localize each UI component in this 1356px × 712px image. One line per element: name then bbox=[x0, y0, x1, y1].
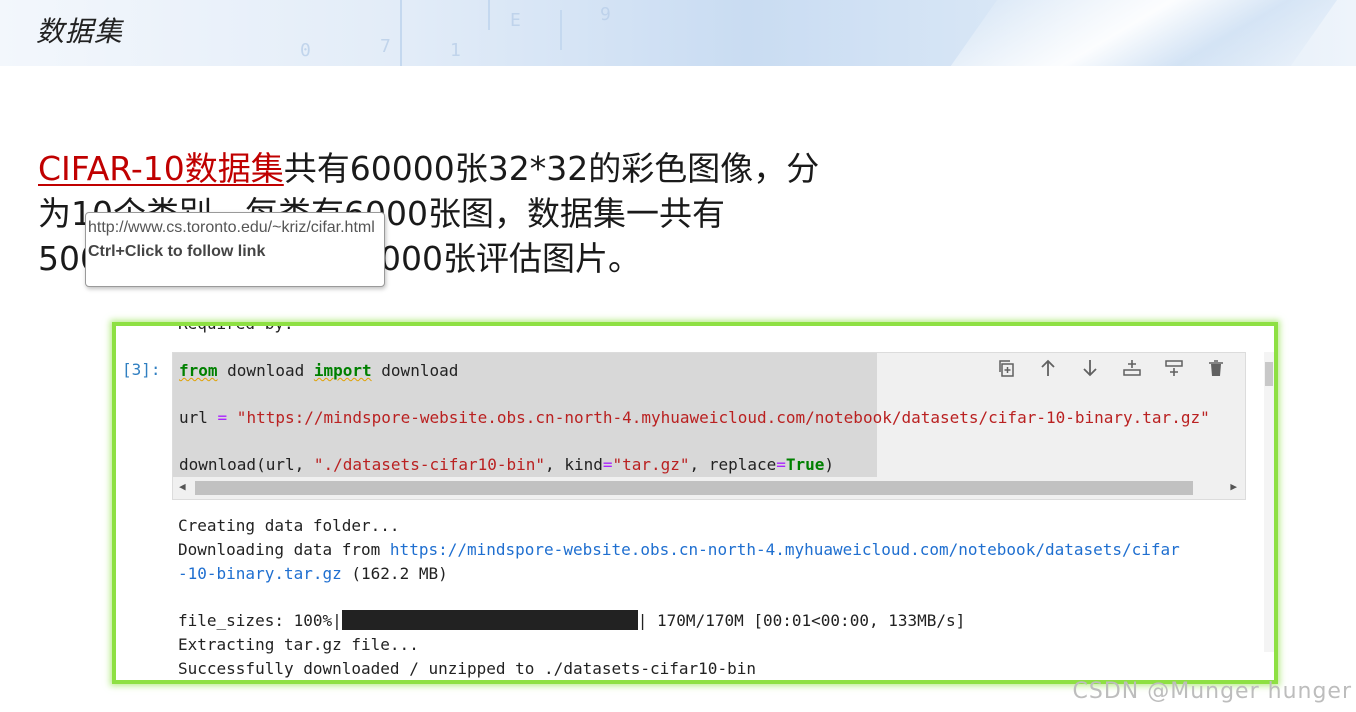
link-tooltip: http://www.cs.toronto.edu/~kriz/cifar.ht… bbox=[85, 212, 385, 287]
output-line: Downloading data from https://mindspore-… bbox=[178, 540, 1180, 559]
output-line: Successfully downloaded / unzipped to ./… bbox=[178, 659, 756, 678]
cell-prompt: [3]: bbox=[122, 360, 161, 379]
delete-icon[interactable] bbox=[1205, 357, 1227, 379]
download-url-link-cont[interactable]: -10-binary.tar.gz bbox=[178, 564, 342, 583]
scrollbar-thumb[interactable] bbox=[195, 481, 1193, 495]
download-url-link[interactable]: https://mindspore-website.obs.cn-north-4… bbox=[390, 540, 1180, 559]
output-line: -10-binary.tar.gz (162.2 MB) bbox=[178, 564, 448, 583]
output-line: Creating data folder... bbox=[178, 516, 400, 535]
watermark: CSDN @Munger hunger bbox=[1072, 679, 1352, 704]
desc-line1: 共有60000张32*32的彩色图像，分 bbox=[283, 149, 820, 188]
insert-below-icon[interactable] bbox=[1163, 357, 1185, 379]
clipped-output-line: Required by: bbox=[178, 322, 294, 333]
output-blank bbox=[178, 586, 1258, 610]
output-line: Extracting tar.gz file... bbox=[178, 635, 419, 654]
tooltip-url: http://www.cs.toronto.edu/~kriz/cifar.ht… bbox=[88, 219, 375, 236]
insert-above-icon[interactable] bbox=[1121, 357, 1143, 379]
notebook-cell-panel: Required by: [3]: from download import d… bbox=[112, 322, 1278, 684]
cell-output: Creating data folder... Downloading data… bbox=[178, 514, 1258, 680]
cifar-link[interactable]: CIFAR-10数据集 bbox=[38, 149, 284, 188]
scroll-left-icon[interactable]: ◀ bbox=[179, 480, 186, 493]
scroll-right-icon[interactable]: ▶ bbox=[1230, 480, 1237, 493]
slide-title: 数据集 bbox=[36, 15, 124, 48]
panel-vertical-scrollbar[interactable] bbox=[1264, 352, 1274, 652]
code-editor[interactable]: from download import download url = "htt… bbox=[172, 352, 1246, 500]
code-line-3: download(url, "./datasets-cifar10-bin", … bbox=[179, 455, 835, 474]
progress-bar bbox=[341, 610, 638, 630]
cell-toolbar bbox=[995, 357, 1227, 379]
tooltip-hint: Ctrl+Click to follow link bbox=[88, 243, 266, 260]
code-horizontal-scrollbar[interactable]: ◀ ▶ bbox=[173, 477, 1245, 499]
header-banner: 7 0 E 9 1 数据集 bbox=[0, 0, 1356, 66]
desc-line3-end: 0000张评估图片。 bbox=[359, 239, 641, 278]
copy-icon[interactable] bbox=[995, 357, 1017, 379]
move-up-icon[interactable] bbox=[1037, 357, 1059, 379]
progress-line: file_sizes: 100%| | 170M/170M [00:01<00:0… bbox=[178, 610, 966, 630]
move-down-icon[interactable] bbox=[1079, 357, 1101, 379]
code-line-2: url = "https://mindspore-website.obs.cn-… bbox=[179, 408, 1210, 427]
code-line-1: from download import download bbox=[179, 361, 459, 380]
